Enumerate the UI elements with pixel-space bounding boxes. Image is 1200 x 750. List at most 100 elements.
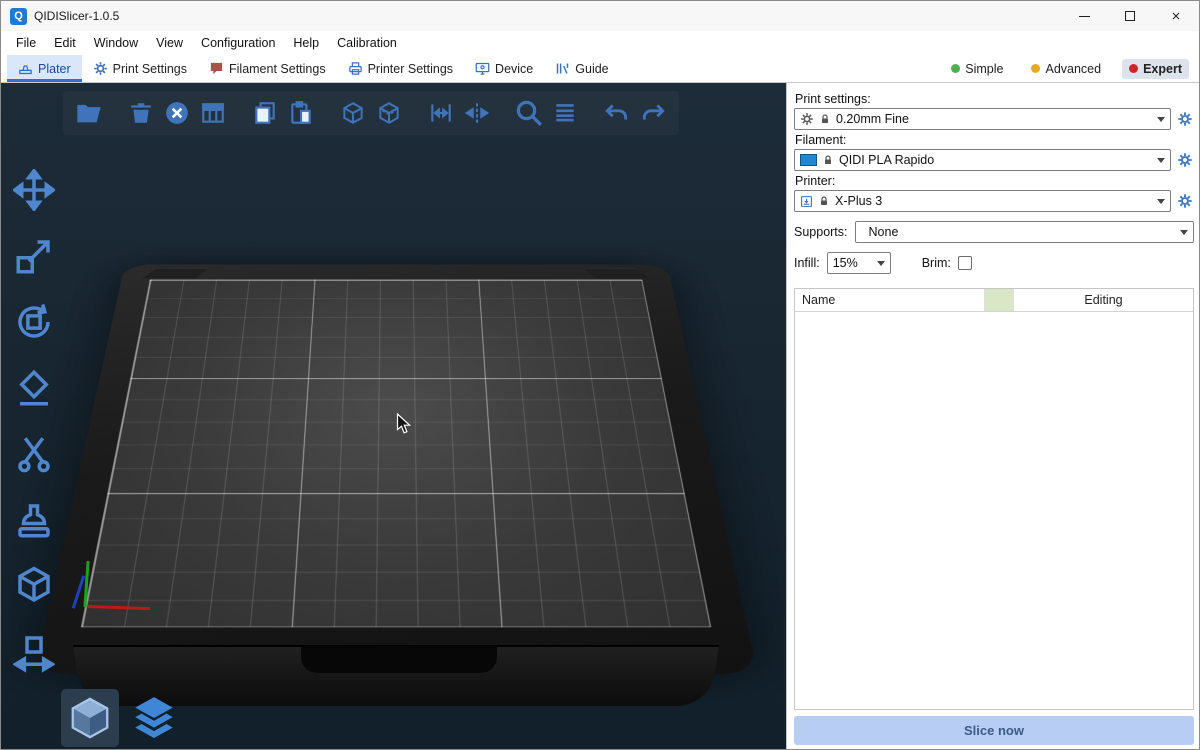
expert-mode-dot-icon	[1129, 64, 1138, 73]
advanced-mode-dot-icon	[1031, 64, 1040, 73]
slice-now-button[interactable]: Slice now	[794, 716, 1194, 745]
rotate-icon[interactable]	[9, 297, 59, 347]
mode-expert[interactable]: Expert	[1122, 59, 1189, 79]
search-icon[interactable]	[511, 95, 547, 131]
object-list-body[interactable]	[795, 312, 1193, 709]
bed-front-notch	[301, 647, 497, 673]
supports-label: Supports:	[794, 225, 848, 239]
open-folder-icon[interactable]	[71, 95, 107, 131]
tab-printer-settings[interactable]: Printer Settings	[337, 55, 464, 82]
bed-grid	[81, 280, 711, 628]
chevron-down-icon	[1157, 158, 1165, 163]
maximize-icon	[1125, 11, 1135, 21]
window-title: QIDISlicer-1.0.5	[34, 9, 119, 23]
printer-combo[interactable]: X-Plus 3	[794, 190, 1171, 212]
brim-label: Brim:	[922, 256, 951, 270]
printer-gear-button[interactable]	[1176, 192, 1194, 210]
mirror-horizontal-icon[interactable]	[423, 95, 459, 131]
paint-supports-icon[interactable]	[9, 495, 59, 545]
place-on-face-icon[interactable]	[9, 363, 59, 413]
delete-icon[interactable]	[123, 95, 159, 131]
3d-viewport[interactable]	[1, 83, 786, 749]
axis-y	[83, 561, 89, 607]
arrange-icon[interactable]	[195, 95, 231, 131]
profile-gear-icon	[800, 112, 814, 126]
preview-layers-view-icon[interactable]	[125, 689, 183, 747]
supports-combo[interactable]: None	[855, 221, 1194, 243]
brim-checkbox[interactable]	[958, 256, 972, 270]
print-settings-icon	[93, 61, 108, 76]
filament-value: QIDI PLA Rapido	[839, 153, 934, 167]
menu-window[interactable]: Window	[85, 33, 147, 53]
mode-simple[interactable]: Simple	[944, 59, 1010, 79]
mode-selector: Simple Advanced Expert	[944, 55, 1199, 82]
printer-icon	[800, 195, 813, 208]
print-settings-value: 0.20mm Fine	[836, 112, 909, 126]
lock-icon	[819, 113, 831, 125]
print-bed	[34, 264, 758, 674]
infill-value: 15%	[833, 256, 858, 270]
tab-guide[interactable]: Guide	[544, 55, 619, 82]
minimize-button[interactable]	[1061, 1, 1107, 31]
measure-icon[interactable]	[9, 561, 59, 611]
viewport-toolbar	[63, 91, 679, 135]
extruder-column-header[interactable]	[985, 289, 1014, 311]
3d-editor-view-icon[interactable]	[61, 689, 119, 747]
tab-label: Plater	[38, 62, 71, 76]
tab-label: Device	[495, 62, 533, 76]
device-icon	[475, 61, 490, 76]
scale-icon[interactable]	[9, 231, 59, 281]
filament-combo[interactable]: QIDI PLA Rapido	[794, 149, 1171, 171]
view-switcher	[61, 689, 183, 747]
split-to-objects-icon[interactable]	[335, 95, 371, 131]
mirror-vertical-icon[interactable]	[459, 95, 495, 131]
name-column-header[interactable]: Name	[795, 289, 985, 311]
mode-label: Advanced	[1045, 62, 1101, 76]
tab-plater[interactable]: Plater	[7, 55, 82, 82]
axis-x	[88, 605, 150, 610]
menu-help[interactable]: Help	[284, 33, 328, 53]
filament-settings-icon	[209, 61, 224, 76]
axis-z	[72, 575, 85, 608]
print-settings-gear-button[interactable]	[1176, 110, 1194, 128]
mode-advanced[interactable]: Advanced	[1024, 59, 1108, 79]
menu-view[interactable]: View	[147, 33, 192, 53]
object-list[interactable]: Name Editing	[794, 288, 1194, 710]
filament-gear-button[interactable]	[1176, 151, 1194, 169]
copy-icon[interactable]	[247, 95, 283, 131]
delete-all-icon[interactable]	[159, 95, 195, 131]
app-window: Q QIDISlicer-1.0.5 × File Edit Window Vi…	[0, 0, 1200, 750]
print-bed-scene	[1, 83, 786, 749]
menu-calibration[interactable]: Calibration	[328, 33, 406, 53]
menu-configuration[interactable]: Configuration	[192, 33, 284, 53]
filament-color-swatch	[800, 154, 817, 166]
tab-label: Printer Settings	[368, 62, 453, 76]
move-icon[interactable]	[9, 165, 59, 215]
split-to-parts-icon[interactable]	[371, 95, 407, 131]
variable-layer-height-icon[interactable]	[547, 95, 583, 131]
tab-print-settings[interactable]: Print Settings	[82, 55, 198, 82]
menu-file[interactable]: File	[7, 33, 45, 53]
lock-icon	[818, 195, 830, 207]
filament-label: Filament:	[795, 133, 1194, 147]
tab-filament-settings[interactable]: Filament Settings	[198, 55, 337, 82]
menu-edit[interactable]: Edit	[45, 33, 85, 53]
redo-icon[interactable]	[635, 95, 671, 131]
tab-device[interactable]: Device	[464, 55, 544, 82]
infill-combo[interactable]: 15%	[827, 252, 891, 274]
chevron-down-icon	[877, 261, 885, 266]
simple-mode-dot-icon	[951, 64, 960, 73]
close-icon: ×	[1172, 9, 1181, 24]
print-settings-combo[interactable]: 0.20mm Fine	[794, 108, 1171, 130]
undo-icon[interactable]	[599, 95, 635, 131]
printer-value: X-Plus 3	[835, 194, 882, 208]
menu-bar: File Edit Window View Configuration Help…	[1, 31, 1199, 55]
maximize-button[interactable]	[1107, 1, 1153, 31]
cut-icon[interactable]	[9, 429, 59, 479]
size-icon[interactable]	[9, 627, 59, 677]
close-button[interactable]: ×	[1153, 1, 1199, 31]
paste-icon[interactable]	[283, 95, 319, 131]
editing-column-header[interactable]: Editing	[1014, 289, 1193, 311]
lock-icon	[822, 154, 834, 166]
printer-settings-icon	[348, 61, 363, 76]
